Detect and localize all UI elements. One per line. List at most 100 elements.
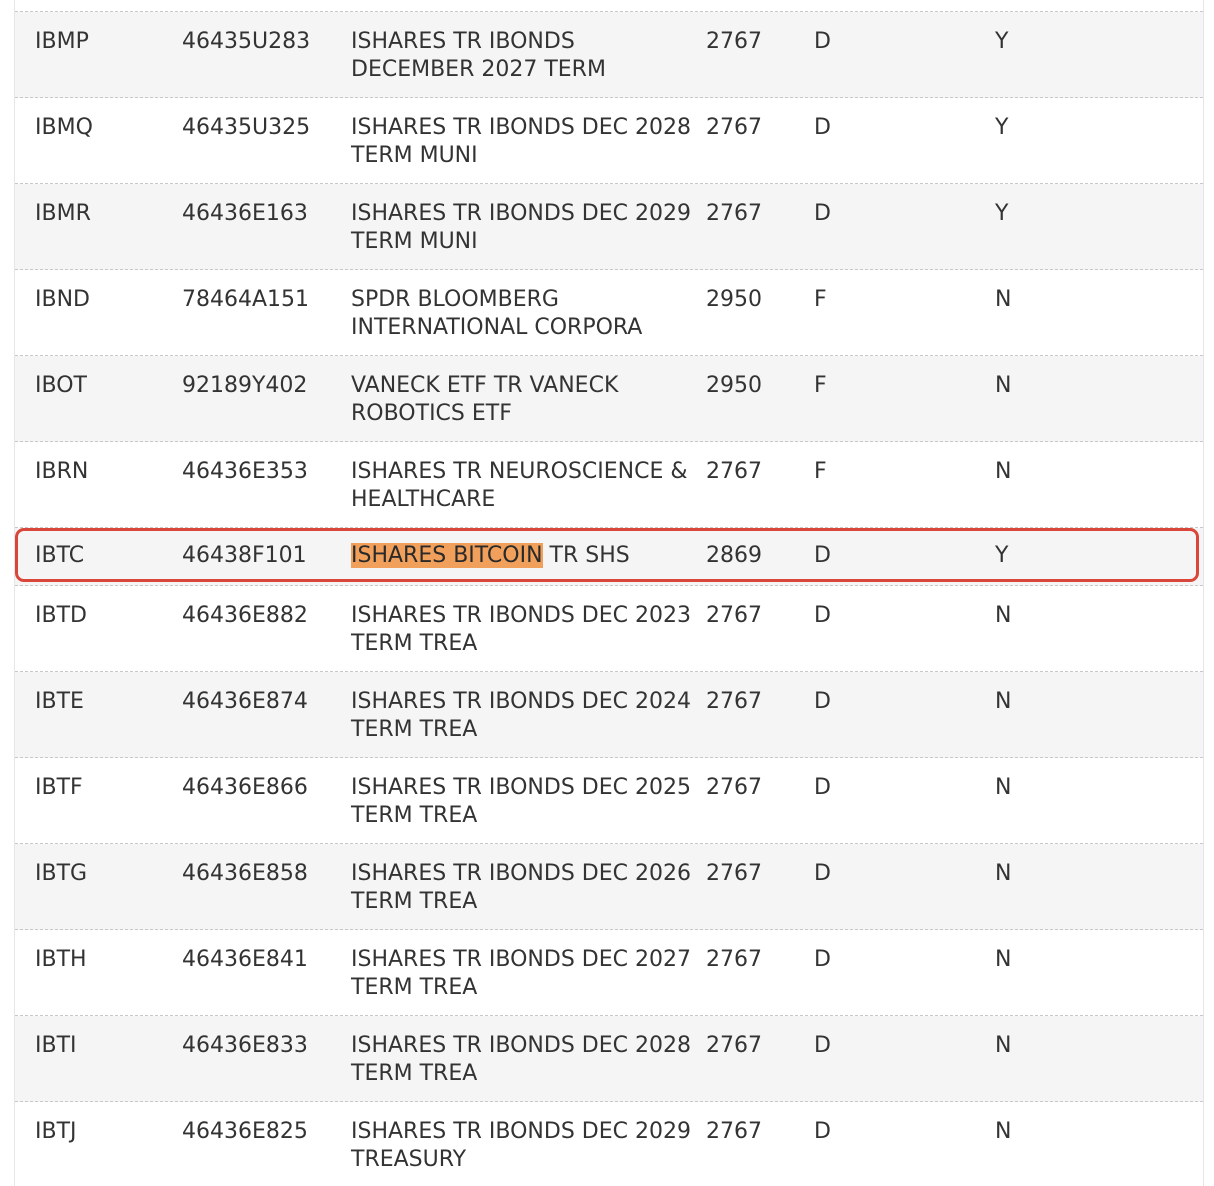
type-cell: D bbox=[814, 29, 831, 54]
name-cell: VANECK ETF TR VANECK ROBOTICS ETF bbox=[351, 372, 618, 428]
symbol-cell: IBTD bbox=[35, 603, 87, 628]
table-row[interactable]: IBTJ 46436E825 ISHARES TR IBONDS DEC 202… bbox=[15, 1102, 1203, 1186]
table-row[interactable]: IBMR 46436E163 ISHARES TR IBONDS DEC 202… bbox=[15, 184, 1203, 270]
flag-cell: N bbox=[995, 1119, 1012, 1144]
table-row-highlighted[interactable]: IBTC 46438F101 ISHARES BITCOIN TR SHS 28… bbox=[15, 528, 1203, 586]
type-cell: F bbox=[814, 459, 827, 484]
table-row[interactable]: IBTH 46436E841 ISHARES TR IBONDS DEC 202… bbox=[15, 930, 1203, 1016]
code-cell: 2950 bbox=[706, 287, 762, 312]
flag-cell: Y bbox=[995, 29, 1009, 54]
code-cell: 2767 bbox=[706, 1033, 762, 1058]
table-row[interactable]: IBTF 46436E866 ISHARES TR IBONDS DEC 202… bbox=[15, 758, 1203, 844]
name-line-2: INTERNATIONAL CORPORA bbox=[351, 315, 643, 340]
type-cell: D bbox=[814, 861, 831, 886]
name-cell: ISHARES TR IBONDS DEC 2029 TERM MUNI bbox=[351, 200, 691, 256]
table-row[interactable]: IBMQ 46435U325 ISHARES TR IBONDS DEC 202… bbox=[15, 98, 1203, 184]
name-line-2: HEALTHCARE bbox=[351, 487, 496, 512]
symbol-cell: IBTH bbox=[35, 947, 87, 972]
name-rest: TR SHS bbox=[542, 543, 630, 568]
search-match-highlight: ISHARES BITCOIN bbox=[351, 543, 543, 568]
code-cell: 2869 bbox=[706, 543, 762, 568]
securities-table: IBMP 46435U283 ISHARES TR IBONDS DECEMBER… bbox=[14, 0, 1204, 1186]
flag-cell: Y bbox=[995, 201, 1009, 226]
table-row[interactable]: IBRN 46436E353 ISHARES TR NEUROSCIENCE &… bbox=[15, 442, 1203, 528]
table-row[interactable]: IBTE 46436E874 ISHARES TR IBONDS DEC 202… bbox=[15, 672, 1203, 758]
type-cell: D bbox=[814, 201, 831, 226]
type-cell: D bbox=[814, 775, 831, 800]
symbol-cell: IBTI bbox=[35, 1033, 77, 1058]
code-cell: 2767 bbox=[706, 29, 762, 54]
name-cell: ISHARES BITCOIN TR SHS bbox=[351, 542, 630, 570]
code-cell: 2767 bbox=[706, 115, 762, 140]
cusip-cell: 46435U283 bbox=[182, 29, 311, 54]
cusip-cell: 46436E825 bbox=[182, 1119, 308, 1144]
code-cell: 2767 bbox=[706, 775, 762, 800]
symbol-cell: IBTJ bbox=[35, 1119, 77, 1144]
flag-cell: N bbox=[995, 947, 1012, 972]
table-row[interactable]: IBTI 46436E833 ISHARES TR IBONDS DEC 202… bbox=[15, 1016, 1203, 1102]
cusip-cell: 46436E874 bbox=[182, 689, 308, 714]
name-line-1: ISHARES TR IBONDS bbox=[351, 29, 575, 54]
name-line-1: ISHARES TR IBONDS DEC 2028 bbox=[351, 1033, 691, 1058]
code-cell: 2950 bbox=[706, 373, 762, 398]
code-cell: 2767 bbox=[706, 1119, 762, 1144]
type-cell: D bbox=[814, 543, 831, 568]
name-line-2: TERM MUNI bbox=[351, 143, 478, 168]
cusip-cell: 78464A151 bbox=[182, 287, 310, 312]
name-cell: ISHARES TR IBONDS DEC 2025 TERM TREA bbox=[351, 774, 691, 830]
table-row[interactable]: IBND 78464A151 SPDR BLOOMBERG INTERNATION… bbox=[15, 270, 1203, 356]
type-cell: D bbox=[814, 1033, 831, 1058]
flag-cell: Y bbox=[995, 115, 1009, 140]
name-line-2: ROBOTICS ETF bbox=[351, 401, 512, 426]
name-cell: ISHARES TR IBONDS DEC 2024 TERM TREA bbox=[351, 688, 691, 744]
table-row[interactable]: IBMP 46435U283 ISHARES TR IBONDS DECEMBER… bbox=[15, 12, 1203, 98]
flag-cell: N bbox=[995, 603, 1012, 628]
code-cell: 2767 bbox=[706, 689, 762, 714]
name-line-1: ISHARES TR IBONDS DEC 2029 bbox=[351, 201, 691, 226]
name-cell: SPDR BLOOMBERG INTERNATIONAL CORPORA bbox=[351, 286, 642, 342]
cusip-cell: 46438F101 bbox=[182, 543, 307, 568]
name-line-2: DECEMBER 2027 TERM bbox=[351, 57, 606, 82]
table-row[interactable]: IBTD 46436E882 ISHARES TR IBONDS DEC 202… bbox=[15, 586, 1203, 672]
name-line-1: ISHARES TR NEUROSCIENCE & bbox=[351, 459, 688, 484]
cusip-cell: 46436E858 bbox=[182, 861, 308, 886]
name-line-1: ISHARES TR IBONDS DEC 2024 bbox=[351, 689, 691, 714]
name-line-1: ISHARES TR IBONDS DEC 2025 bbox=[351, 775, 691, 800]
flag-cell: N bbox=[995, 689, 1012, 714]
symbol-cell: IBTF bbox=[35, 775, 83, 800]
type-cell: D bbox=[814, 947, 831, 972]
name-cell: ISHARES TR IBONDS DEC 2028 TERM TREA bbox=[351, 1032, 691, 1088]
name-line-2: TREASURY bbox=[351, 1147, 467, 1172]
symbol-cell: IBOT bbox=[35, 373, 87, 398]
name-cell: ISHARES TR IBONDS DEC 2023 TERM TREA bbox=[351, 602, 691, 658]
symbol-cell: IBMP bbox=[35, 29, 89, 54]
cusip-cell: 46436E841 bbox=[182, 947, 308, 972]
symbol-cell: IBMR bbox=[35, 201, 91, 226]
symbol-cell: IBTC bbox=[35, 543, 85, 568]
code-cell: 2767 bbox=[706, 201, 762, 226]
name-line-2: TERM TREA bbox=[351, 889, 478, 914]
symbol-cell: IBRN bbox=[35, 459, 89, 484]
name-line-1: ISHARES TR IBONDS DEC 2026 bbox=[351, 861, 691, 886]
cusip-cell: 46436E882 bbox=[182, 603, 308, 628]
name-cell: ISHARES TR IBONDS DEC 2026 TERM TREA bbox=[351, 860, 691, 916]
symbol-cell: IBTE bbox=[35, 689, 84, 714]
flag-cell: N bbox=[995, 861, 1012, 886]
table-row[interactable]: IBTG 46436E858 ISHARES TR IBONDS DEC 202… bbox=[15, 844, 1203, 930]
name-line-2: TERM TREA bbox=[351, 975, 478, 1000]
name-line-1: VANECK ETF TR VANECK bbox=[351, 373, 619, 398]
type-cell: F bbox=[814, 287, 827, 312]
name-line-1: ISHARES TR IBONDS DEC 2027 bbox=[351, 947, 691, 972]
name-line-1: ISHARES TR IBONDS DEC 2023 bbox=[351, 603, 691, 628]
flag-cell: N bbox=[995, 775, 1012, 800]
name-line-1: SPDR BLOOMBERG bbox=[351, 287, 559, 312]
cusip-cell: 92189Y402 bbox=[182, 373, 308, 398]
table-row[interactable]: IBOT 92189Y402 VANECK ETF TR VANECK ROBOT… bbox=[15, 356, 1203, 442]
flag-cell: N bbox=[995, 1033, 1012, 1058]
symbol-cell: IBND bbox=[35, 287, 90, 312]
name-line-2: TERM MUNI bbox=[351, 229, 478, 254]
type-cell: D bbox=[814, 689, 831, 714]
type-cell: F bbox=[814, 373, 827, 398]
name-cell: ISHARES TR IBONDS DEC 2028 TERM MUNI bbox=[351, 114, 691, 170]
flag-cell: N bbox=[995, 287, 1012, 312]
